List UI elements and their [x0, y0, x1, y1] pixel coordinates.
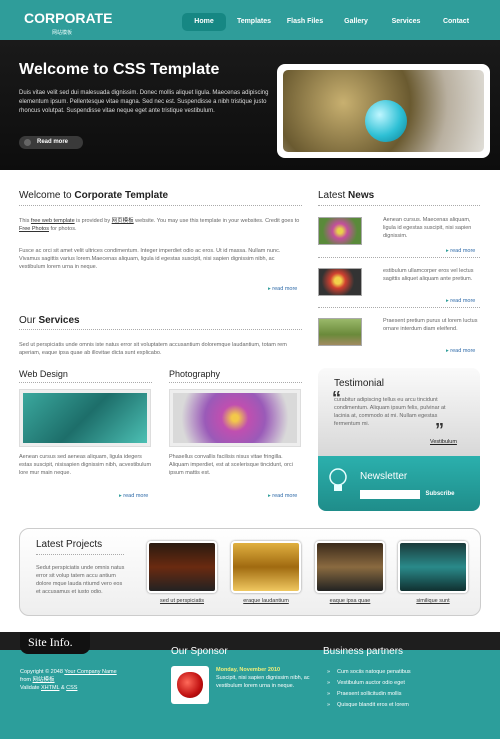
newsletter-box: Newsletter Subscribe: [318, 456, 480, 511]
news-title: Latest News: [318, 190, 375, 201]
latest-projects-panel: Latest Projects Sedut perspiciatis unde …: [19, 528, 481, 616]
xhtml-link[interactable]: XHTML: [41, 685, 59, 691]
testimonial-box: Testimonial “ curabitur adipiscing tellu…: [318, 368, 480, 456]
partner-link[interactable]: Praesent sollicitudin mollis: [327, 689, 411, 700]
divider: [318, 307, 480, 308]
projects-text: Sedut perspiciatis unde omnis natus erro…: [36, 565, 125, 595]
nav-gallery[interactable]: Gallery: [336, 13, 376, 31]
divider: [318, 257, 480, 258]
divider: [169, 382, 302, 383]
partners-list: Cum sociis natoque penatibus Vestibulum …: [327, 667, 411, 711]
project-thumbnail[interactable]: [315, 541, 385, 593]
sponsor-block: Monday, November 2010 Suscipit, nisi sap…: [216, 666, 316, 690]
project-link[interactable]: eaque ipsa quae: [315, 598, 385, 604]
ornament-ball-image: [365, 100, 407, 142]
sponsor-image[interactable]: [171, 666, 209, 704]
testimonial-author-link[interactable]: Vestibulum: [430, 438, 457, 446]
header: CORPORATE 网站模板 Home Templates Flash File…: [0, 0, 500, 40]
project-item[interactable]: sed ut perspiciatis: [147, 541, 217, 604]
sponsor-text: Suscipit, nisi sapien dignissim nibh, ac…: [216, 675, 310, 689]
newsletter-email-input[interactable]: [360, 490, 420, 499]
project-link[interactable]: eraque laudantium: [231, 598, 301, 604]
arrow-right-icon: [24, 139, 31, 146]
divider: [19, 329, 302, 330]
project-item[interactable]: eaque ipsa quae: [315, 541, 385, 604]
logo-subtitle: 网站模板: [52, 30, 73, 36]
hero-read-more-label: Read more: [37, 139, 69, 145]
newsletter-title: Newsletter: [360, 471, 408, 482]
nav-flash-files[interactable]: Flash Files: [282, 13, 328, 31]
provider-link[interactable]: 网页模板: [112, 218, 134, 224]
divider: [318, 205, 480, 206]
news-image-flowers[interactable]: [318, 217, 362, 245]
photography-text: Phasellus convallis facilisis nisus vita…: [169, 454, 293, 476]
projects-title: Latest Projects: [36, 539, 103, 550]
web-design-text: Aenean cursus sed aeneas aliquam, ligula…: [19, 454, 152, 476]
hero-text: Duis vitae velit sed dui malesuada digni…: [19, 90, 269, 114]
subscribe-button[interactable]: Subscribe: [422, 489, 458, 500]
project-link[interactable]: sed ut perspiciatis: [147, 598, 217, 604]
photography-title: Photography: [169, 369, 221, 379]
hero-title: Welcome to CSS Template: [19, 61, 220, 78]
partner-link[interactable]: Vestibulum auctor odio eget: [327, 678, 411, 689]
welcome-title: Welcome to Corporate Template: [19, 190, 169, 201]
footer-copyright: Copyright © 2048 Your Company Name from …: [20, 669, 117, 691]
partner-link[interactable]: Quisque blandit eros et lorem: [327, 700, 411, 711]
main-nav: Home Templates Flash Files Gallery Servi…: [182, 13, 484, 31]
free-photos-link[interactable]: Free Photos: [19, 226, 49, 232]
news-item-text: estibulum ullamcorper eros vel lectus sa…: [383, 268, 474, 282]
free-web-template-link[interactable]: free web template: [31, 218, 75, 224]
web-design-title: Web Design: [19, 369, 68, 379]
photography-read-more-link[interactable]: read more: [268, 493, 297, 499]
project-item[interactable]: eraque laudantium: [231, 541, 301, 604]
news-read-more-link[interactable]: read more: [446, 298, 475, 304]
news-image-deer[interactable]: [318, 318, 362, 346]
project-thumbnail[interactable]: [147, 541, 217, 593]
partner-link[interactable]: Cum sociis natoque penatibus: [327, 667, 411, 678]
welcome-read-more-link[interactable]: read more: [268, 286, 297, 292]
divider: [36, 554, 124, 555]
divider: [19, 205, 302, 206]
project-thumbnail[interactable]: [231, 541, 301, 593]
news-image-bird[interactable]: [318, 268, 362, 296]
nav-contact[interactable]: Contact: [436, 13, 476, 31]
project-thumbnail[interactable]: [398, 541, 468, 593]
divider: [19, 382, 152, 383]
partners-title: Business partners: [323, 646, 404, 657]
nav-home[interactable]: Home: [182, 13, 226, 31]
project-item[interactable]: similique sunt: [398, 541, 468, 604]
lightbulb-icon: [329, 468, 347, 491]
testimonial-title: Testimonial: [334, 378, 385, 389]
logo[interactable]: CORPORATE: [24, 10, 112, 26]
nav-services[interactable]: Services: [384, 13, 428, 31]
from-link[interactable]: 网站模板: [33, 677, 55, 683]
services-text: Sed ut perspiciatis unde omnis iste natu…: [19, 342, 287, 356]
sponsor-title: Our Sponsor: [171, 646, 228, 657]
project-link[interactable]: similique sunt: [398, 598, 468, 604]
news-item-text: Praesent pretium purus ut lorem luctus o…: [383, 318, 478, 332]
site-info-tab: Site Info.: [20, 632, 90, 654]
css-link[interactable]: CSS: [66, 685, 77, 691]
welcome-paragraph-2: Fusce ac orci sit amet velit ultrices co…: [19, 248, 281, 270]
strawberry-image: [177, 672, 203, 698]
hero-image: [277, 64, 490, 158]
news-read-more-link[interactable]: read more: [446, 348, 475, 354]
news-read-more-link[interactable]: read more: [446, 248, 475, 254]
news-item-text: Aenean cursus. Maecenas aliquam, ligula …: [383, 217, 472, 239]
photography-image: [169, 389, 301, 447]
welcome-paragraph-1: This free web template is provided by 网页…: [19, 218, 300, 232]
nav-templates[interactable]: Templates: [234, 13, 274, 31]
sponsor-date: Monday, November 2010: [216, 667, 281, 673]
web-design-read-more-link[interactable]: read more: [119, 493, 148, 499]
hero-read-more-button[interactable]: Read more: [19, 136, 83, 149]
services-title: Our Services: [19, 315, 80, 326]
company-name-link[interactable]: Your Company Name: [64, 669, 116, 675]
web-design-image: [19, 389, 151, 447]
